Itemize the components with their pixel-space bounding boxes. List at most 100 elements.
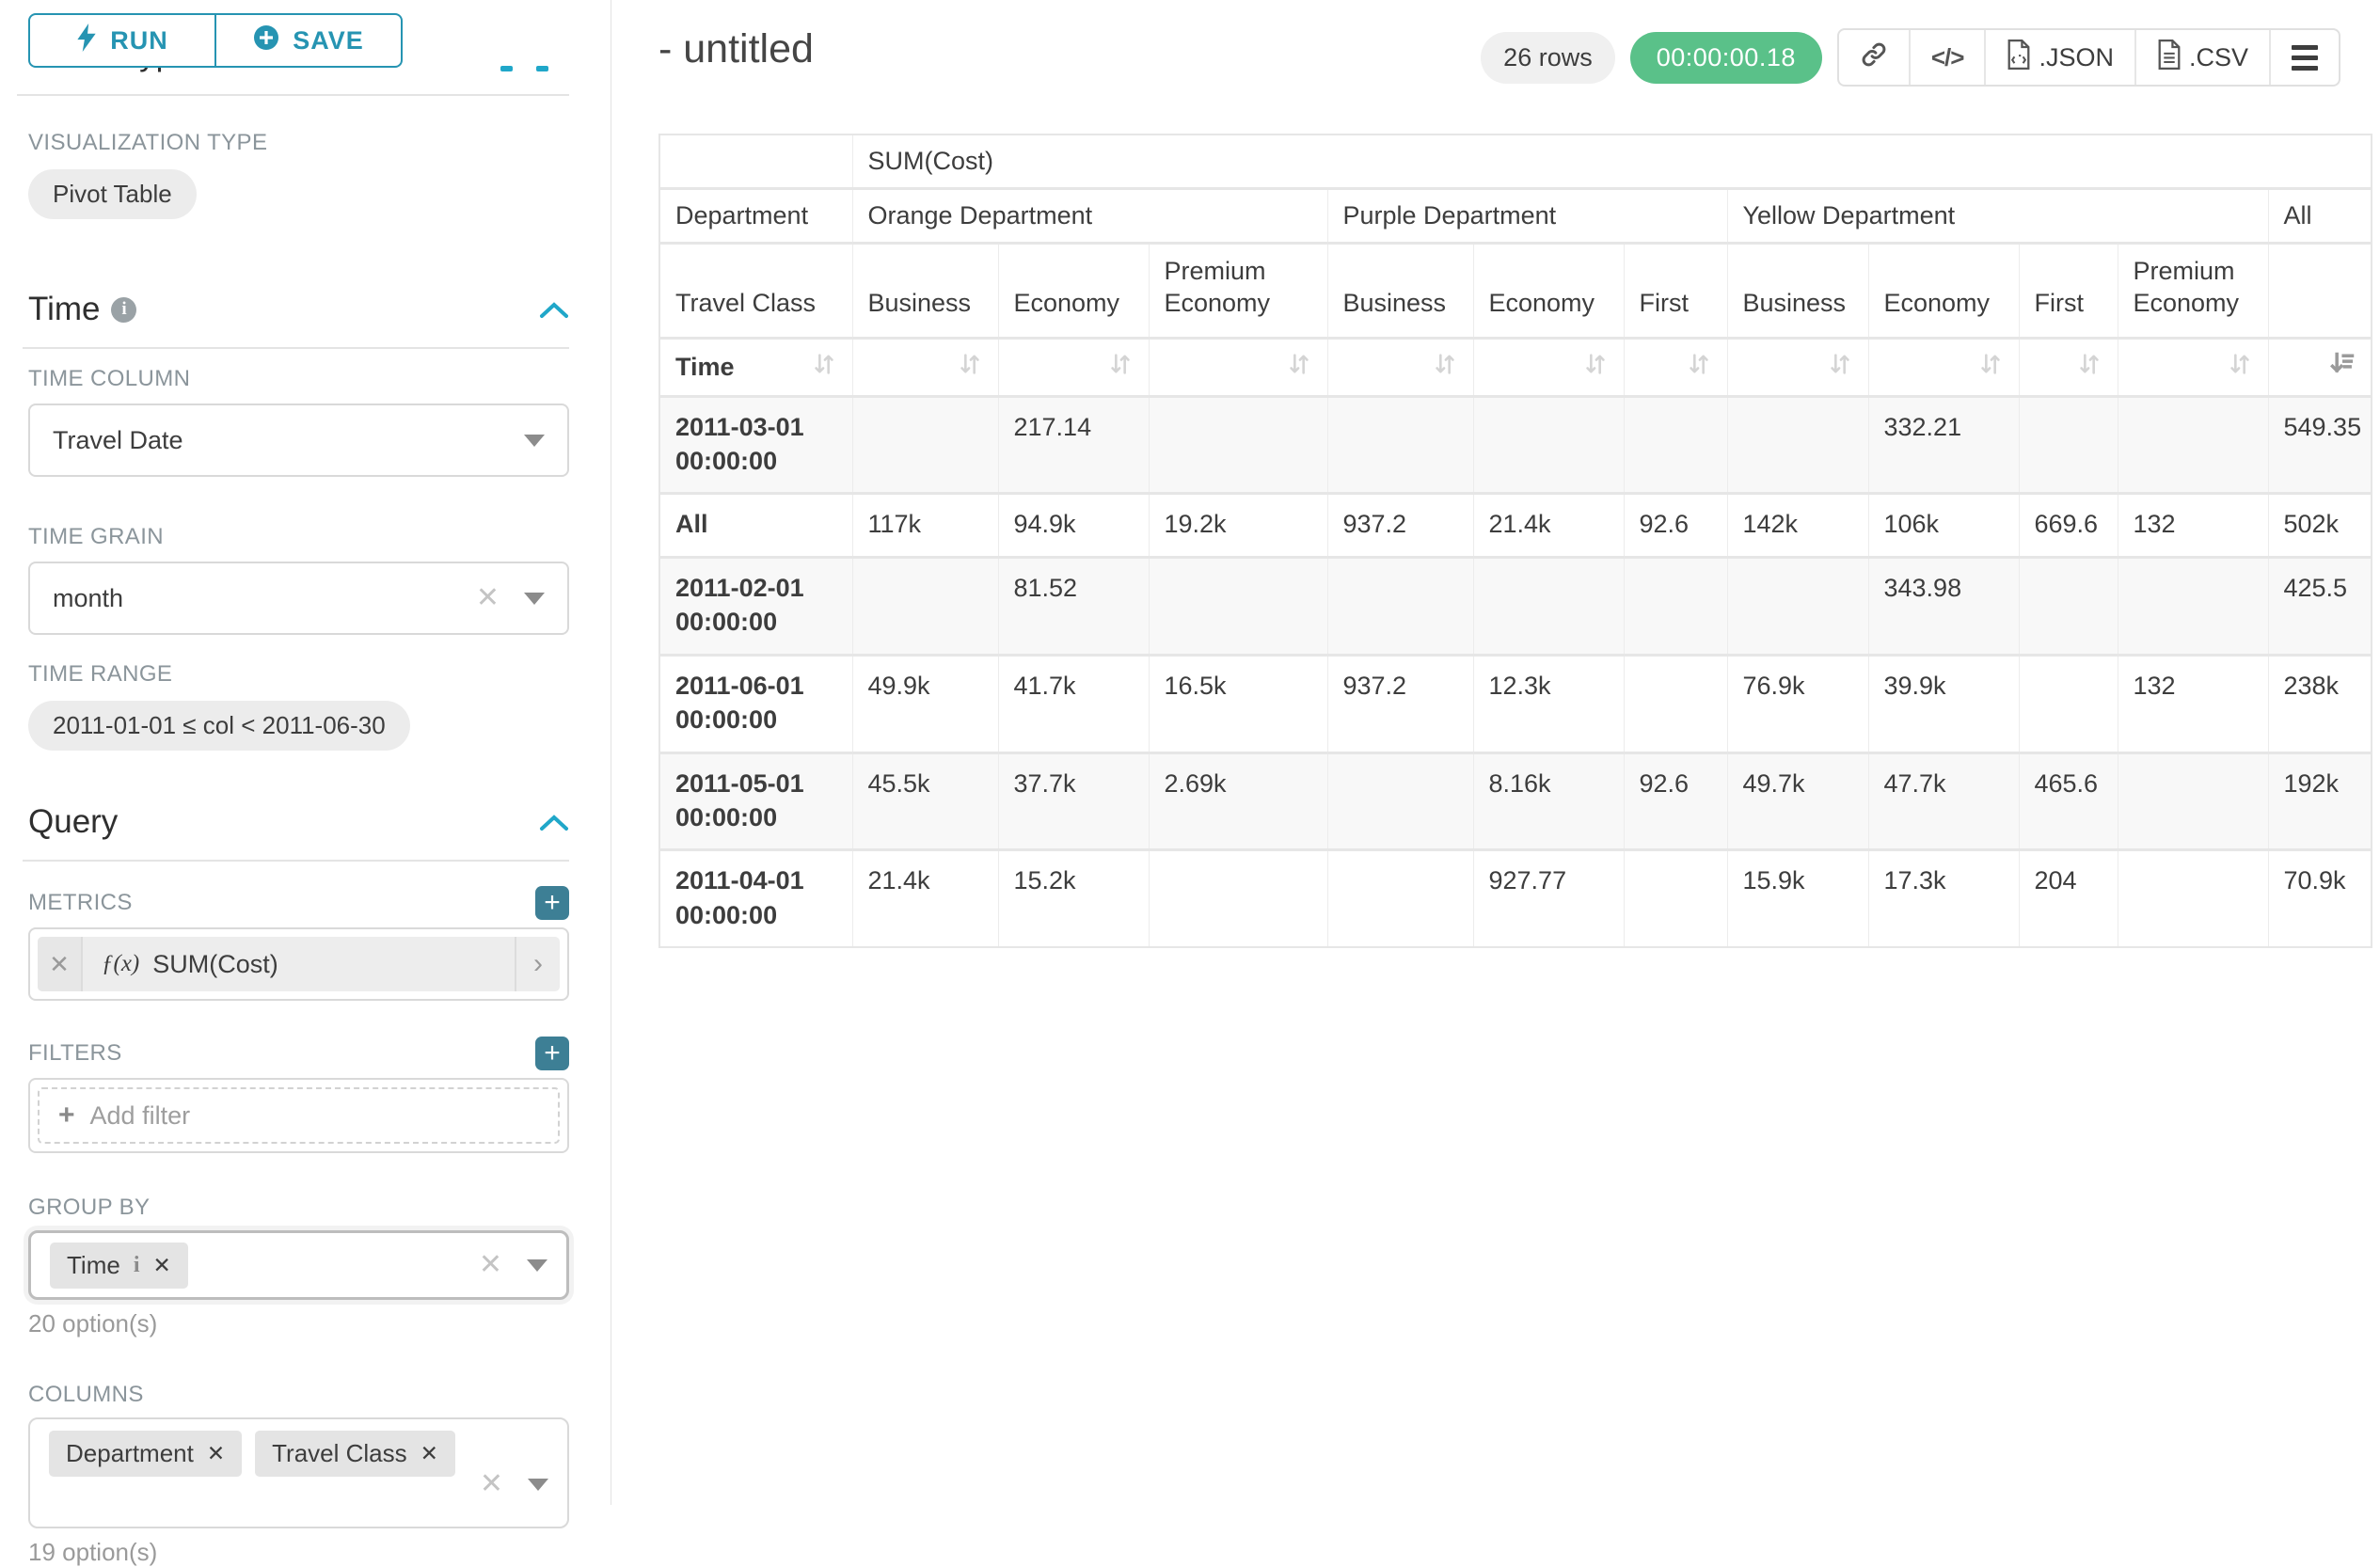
value-cell: 132 [2118, 655, 2268, 752]
clear-icon[interactable]: ✕ [476, 584, 500, 612]
column-group-header: All [2268, 189, 2372, 244]
selected-option-tag[interactable]: Travel Class✕ [255, 1431, 455, 1477]
selected-option-tag[interactable]: Timei✕ [50, 1243, 188, 1289]
column-sort-header[interactable] [998, 338, 1149, 396]
csv-file-icon [2157, 40, 2182, 76]
lightning-bolt-icon [76, 24, 97, 58]
share-link-button[interactable] [1839, 30, 1911, 85]
add-filter-dropzone[interactable]: + Add filter [38, 1087, 560, 1144]
table-row: 2011-04-01 00:00:0021.4k15.2k927.7715.9k… [659, 850, 2372, 947]
value-cell: 927.77 [1473, 850, 1624, 947]
value-cell: 669.6 [2019, 494, 2118, 557]
remove-tag-icon[interactable]: ✕ [420, 1441, 438, 1466]
sort-icon[interactable] [1286, 351, 1312, 384]
value-cell [1327, 396, 1473, 494]
sort-icon[interactable] [2227, 351, 2253, 384]
value-cell: 117k [852, 494, 998, 557]
chevron-right-icon[interactable]: › [515, 937, 560, 991]
clear-icon[interactable]: ✕ [479, 1251, 502, 1279]
column-sort-header[interactable] [1149, 338, 1327, 396]
sort-icon[interactable] [957, 351, 983, 384]
columns-select[interactable]: Department✕ Travel Class✕ ✕ [28, 1417, 569, 1528]
sort-icon[interactable] [2076, 351, 2102, 384]
query-section-header: Query [28, 803, 569, 841]
sort-icon[interactable] [1827, 351, 1853, 384]
value-cell [852, 557, 998, 655]
plus-icon: + [58, 1100, 75, 1132]
sort-icon[interactable] [1686, 351, 1712, 384]
pivot-table: SUM(Cost)DepartmentOrange DepartmentPurp… [658, 134, 2372, 948]
metric-pill[interactable]: ✕ ƒ(x) SUM(Cost) › [38, 937, 560, 991]
column-sort-header[interactable] [1624, 338, 1727, 396]
remove-tag-icon[interactable]: ✕ [152, 1253, 170, 1278]
value-cell [1624, 655, 1727, 752]
value-cell: 8.16k [1473, 752, 1624, 850]
menu-button[interactable] [2271, 30, 2339, 85]
export-csv-button[interactable]: .CSV [2136, 30, 2271, 85]
remove-metric-icon[interactable]: ✕ [38, 937, 83, 991]
export-json-button[interactable]: .JSON [1986, 30, 2136, 85]
chevron-up-icon[interactable] [539, 291, 569, 328]
time-range-value[interactable]: 2011-01-01 ≤ col < 2011-06-30 [28, 701, 410, 751]
time-sort-header[interactable]: Time [659, 338, 852, 396]
value-cell: 49.9k [852, 655, 998, 752]
value-cell [1624, 396, 1727, 494]
sort-icon[interactable] [1977, 351, 2004, 384]
sort-icon[interactable] [811, 351, 837, 384]
column-sort-header[interactable] [2268, 338, 2372, 396]
value-cell: 2.69k [1149, 752, 1327, 850]
view-query-button[interactable]: </> [1911, 30, 1987, 85]
value-cell: 81.52 [998, 557, 1149, 655]
value-cell [1149, 557, 1327, 655]
value-cell: 17.3k [1868, 850, 2019, 947]
sort-descending-icon[interactable] [2329, 351, 2356, 384]
remove-tag-icon[interactable]: ✕ [207, 1441, 225, 1466]
run-button[interactable]: RUN [28, 13, 216, 68]
selected-option-tag[interactable]: Department✕ [49, 1431, 242, 1477]
column-sort-header[interactable] [852, 338, 998, 396]
pivot-table-container: SUM(Cost)DepartmentOrange DepartmentPurp… [658, 134, 2372, 948]
value-cell [1327, 850, 1473, 947]
divider [23, 860, 569, 862]
column-sort-header[interactable] [2019, 338, 2118, 396]
clipped-icon-fragment [536, 66, 548, 71]
column-sort-header[interactable] [1327, 338, 1473, 396]
row-label-cell: 2011-04-01 00:00:00 [659, 850, 852, 947]
chart-title[interactable]: - untitled [658, 26, 814, 72]
value-cell: 37.7k [998, 752, 1149, 850]
column-sort-header[interactable] [1868, 338, 2019, 396]
add-filter-button[interactable]: + [535, 1037, 569, 1070]
time-grain-select[interactable]: month ✕ [28, 562, 569, 635]
column-leaf-header: Economy [1473, 244, 1624, 339]
time-section-header: Time i [28, 291, 569, 328]
hamburger-menu-icon [2292, 45, 2318, 71]
add-metric-button[interactable]: + [535, 886, 569, 920]
save-button[interactable]: SAVE [214, 13, 403, 68]
value-cell: 21.4k [852, 850, 998, 947]
chevron-up-icon[interactable] [539, 803, 569, 841]
sort-icon[interactable] [1582, 351, 1609, 384]
value-cell: 502k [2268, 494, 2372, 557]
column-sort-header[interactable] [1473, 338, 1624, 396]
value-cell: 15.9k [1727, 850, 1868, 947]
clear-icon[interactable]: ✕ [480, 1470, 503, 1498]
sort-icon[interactable] [1107, 351, 1134, 384]
column-leaf-header: Premium Economy [2118, 244, 2268, 339]
value-cell [2019, 655, 2118, 752]
visualization-type-value[interactable]: Pivot Table [28, 169, 197, 219]
column-sort-header[interactable] [1727, 338, 1868, 396]
value-cell [1473, 557, 1624, 655]
column-leaf-header: Business [1327, 244, 1473, 339]
metrics-label: METRICS [28, 890, 133, 916]
column-sort-header[interactable] [2118, 338, 2268, 396]
sort-icon[interactable] [1432, 351, 1458, 384]
value-cell [1727, 557, 1868, 655]
value-cell [1473, 396, 1624, 494]
row-count-badge: 26 rows [1481, 32, 1615, 84]
value-cell: 132 [2118, 494, 2268, 557]
group-by-options-hint: 20 option(s) [28, 1309, 569, 1338]
group-by-select[interactable]: Timei✕ ✕ [28, 1230, 569, 1300]
metric-header-cell: SUM(Cost) [852, 135, 2372, 189]
department-dimension-cell: Department [659, 189, 852, 244]
time-column-select[interactable]: Travel Date [28, 404, 569, 477]
